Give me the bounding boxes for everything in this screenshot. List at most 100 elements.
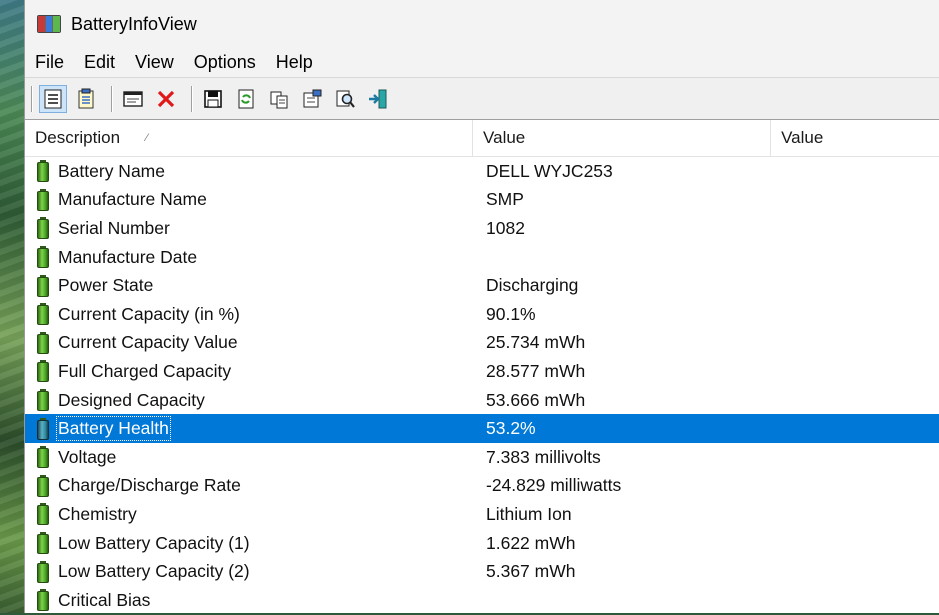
row-value: 5.367 mWh <box>486 561 576 582</box>
description-cell: Chemistry <box>25 503 476 526</box>
row-value: 53.666 mWh <box>486 389 586 410</box>
toolbar-separator <box>31 85 33 112</box>
row-value: DELL WYJC253 <box>486 160 613 181</box>
title-bar[interactable]: BatteryInfoView <box>25 0 939 48</box>
copy-icon[interactable] <box>265 85 293 113</box>
toolbar-separator <box>111 85 113 112</box>
column-header-label: Value <box>781 128 824 147</box>
description-cell: Low Battery Capacity (2) <box>25 560 476 583</box>
battery-icon <box>37 360 49 383</box>
description-cell: Critical Bias <box>25 589 476 612</box>
row-description: Serial Number <box>58 217 170 238</box>
battery-icon <box>37 303 49 326</box>
report-view-icon[interactable] <box>72 85 100 113</box>
battery-icon <box>37 417 49 440</box>
save-icon[interactable] <box>199 85 227 113</box>
table-row[interactable]: Power State Discharging <box>25 271 939 300</box>
properties-icon[interactable] <box>298 85 326 113</box>
battery-icon <box>37 217 49 240</box>
battery-info-list[interactable]: Description ⁄ Value Value Battery Name D… <box>25 120 939 615</box>
table-row[interactable]: Current Capacity Value 25.734 mWh <box>25 329 939 358</box>
row-description: Manufacture Date <box>58 246 198 267</box>
menu-view[interactable]: View <box>135 52 184 73</box>
toolbar-separator <box>191 85 193 112</box>
description-cell: Charge/Discharge Rate <box>25 474 476 497</box>
table-row[interactable]: Designed Capacity 53.666 mWh <box>25 386 939 415</box>
table-row[interactable]: Chemistry Lithium Ion <box>25 500 939 529</box>
row-value: 53.2% <box>486 418 536 439</box>
row-description: Full Charged Capacity <box>58 360 232 381</box>
sort-indicator-icon: ⁄ <box>146 132 148 144</box>
menu-bar: File Edit View Options Help <box>25 48 939 78</box>
column-header-label: Value <box>483 128 526 147</box>
battery-icon <box>37 589 49 612</box>
delete-icon[interactable] <box>152 85 180 113</box>
row-description: Chemistry <box>58 503 137 524</box>
list-body: Battery Name DELL WYJC253 Manufacture Na… <box>25 157 939 615</box>
battery-icon <box>37 560 49 583</box>
description-cell: Serial Number <box>25 217 476 240</box>
column-header-value[interactable]: Value <box>473 120 772 156</box>
menu-edit[interactable]: Edit <box>84 52 125 73</box>
menu-help[interactable]: Help <box>276 52 323 73</box>
battery-icon <box>37 389 49 412</box>
row-description: Battery Name <box>58 160 165 181</box>
row-value: Lithium Ion <box>486 503 572 524</box>
row-description: Critical Bias <box>58 589 151 610</box>
row-description: Designed Capacity <box>58 389 205 410</box>
table-row[interactable]: Low Battery Capacity (2) 5.367 mWh <box>25 557 939 586</box>
table-row[interactable]: Full Charged Capacity 28.577 mWh <box>25 357 939 386</box>
description-cell: Power State <box>25 274 476 297</box>
table-row[interactable]: Battery Name DELL WYJC253 <box>25 157 939 186</box>
battery-icon <box>37 160 49 183</box>
row-value: 28.577 mWh <box>486 360 586 381</box>
find-icon[interactable] <box>331 85 359 113</box>
description-cell: Battery Name <box>25 160 476 183</box>
row-description: Manufacture Name <box>58 189 207 210</box>
battery-icon <box>37 246 49 269</box>
table-row[interactable]: Manufacture Name SMP <box>25 186 939 215</box>
table-row[interactable]: Voltage 7.383 millivolts <box>25 443 939 472</box>
table-row[interactable]: Charge/Discharge Rate -24.829 milliwatts <box>25 472 939 501</box>
table-row[interactable]: Current Capacity (in %) 90.1% <box>25 300 939 329</box>
description-cell: Full Charged Capacity <box>25 360 476 383</box>
battery-info-window: BatteryInfoView File Edit View Options H… <box>24 0 939 613</box>
row-description: Charge/Discharge Rate <box>58 475 241 496</box>
properties-view-icon[interactable] <box>39 84 67 113</box>
table-row[interactable]: Manufacture Date <box>25 243 939 272</box>
table-row[interactable]: Serial Number 1082 <box>25 214 939 243</box>
menu-file[interactable]: File <box>35 52 74 73</box>
row-description: Power State <box>58 275 154 296</box>
refresh-icon[interactable] <box>232 85 260 113</box>
row-value: 25.734 mWh <box>486 332 586 353</box>
app-icon <box>37 15 61 33</box>
toolbar <box>25 78 939 120</box>
row-value: 1.622 mWh <box>486 532 576 553</box>
column-header-description[interactable]: Description ⁄ <box>25 120 474 156</box>
description-cell: Current Capacity (in %) <box>25 303 476 326</box>
row-value: 1082 <box>486 217 525 238</box>
description-cell: Battery Health <box>25 416 476 442</box>
description-cell: Designed Capacity <box>25 389 476 412</box>
row-description: Voltage <box>58 446 117 467</box>
battery-icon <box>37 474 49 497</box>
row-description: Battery Health <box>56 416 171 442</box>
battery-icon <box>37 446 49 469</box>
row-value: Discharging <box>486 275 579 296</box>
table-row[interactable]: Critical Bias <box>25 586 939 615</box>
row-description: Low Battery Capacity (2) <box>58 561 250 582</box>
row-value: SMP <box>486 189 524 210</box>
column-header-value-2[interactable]: Value <box>771 120 939 156</box>
battery-icon <box>37 532 49 555</box>
menu-options[interactable]: Options <box>194 52 266 73</box>
list-header: Description ⁄ Value Value <box>25 120 939 157</box>
table-row[interactable]: Low Battery Capacity (1) 1.622 mWh <box>25 529 939 558</box>
description-cell: Voltage <box>25 446 476 469</box>
battery-icon <box>37 331 49 354</box>
table-row[interactable]: Battery Health 53.2% <box>25 414 939 443</box>
description-cell: Current Capacity Value <box>25 331 476 354</box>
battery-icon <box>37 274 49 297</box>
description-cell: Manufacture Date <box>25 246 476 269</box>
exit-icon[interactable] <box>364 85 392 113</box>
html-report-icon[interactable] <box>119 85 147 113</box>
